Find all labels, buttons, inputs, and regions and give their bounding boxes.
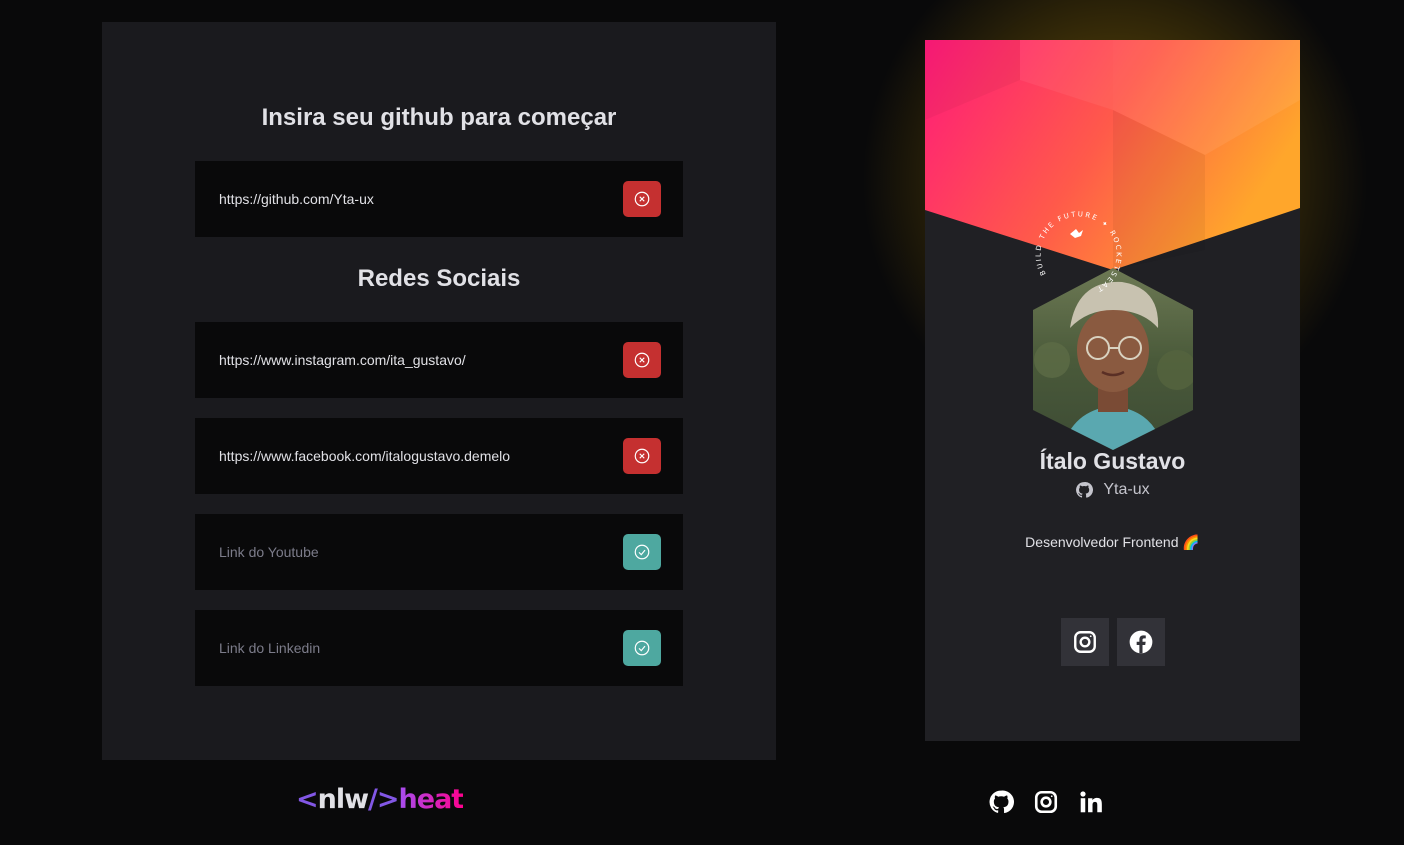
facebook-field xyxy=(195,418,683,494)
social-section-title: Redes Sociais xyxy=(357,265,521,292)
github-icon xyxy=(1076,482,1094,498)
profile-card: BUILD THE FUTURE ✦ ROCKETSEAT ✦ Ítalo Gu… xyxy=(925,40,1300,741)
github-input[interactable] xyxy=(219,191,623,207)
logo-heat: heat xyxy=(398,784,465,815)
facebook-icon xyxy=(1129,630,1153,654)
check-circle-icon xyxy=(634,544,650,560)
youtube-field xyxy=(195,514,683,590)
x-circle-icon xyxy=(634,191,650,207)
footer-instagram-link[interactable] xyxy=(1033,788,1059,816)
facebook-status-button[interactable] xyxy=(623,438,661,474)
instagram-field xyxy=(195,322,683,398)
youtube-input[interactable] xyxy=(219,544,623,560)
profile-username-text: Yta-ux xyxy=(1103,481,1150,498)
linkedin-field xyxy=(195,610,683,686)
x-circle-icon xyxy=(634,448,650,464)
footer-social-links xyxy=(988,788,1104,816)
footer-github-link[interactable] xyxy=(988,788,1014,816)
facebook-input[interactable] xyxy=(219,448,623,464)
footer-linkedin-link[interactable] xyxy=(1078,788,1104,816)
logo-slash: /> xyxy=(368,784,400,815)
instagram-input[interactable] xyxy=(219,352,623,368)
profile-bio: Desenvolvedor Frontend 🌈 xyxy=(1025,534,1200,550)
avatar: BUILD THE FUTURE ✦ ROCKETSEAT ✦ xyxy=(1032,210,1193,450)
form-panel: Insira seu github para começar Redes Soc… xyxy=(102,22,776,760)
check-circle-icon xyxy=(634,640,650,656)
profile-instagram-button[interactable] xyxy=(1061,618,1109,666)
github-icon xyxy=(989,790,1014,814)
github-status-button[interactable] xyxy=(623,181,661,217)
svg-text:BUILD THE FUTURE ✦ ROCKETSEAT: BUILD THE FUTURE ✦ ROCKETSEAT ✦ xyxy=(1032,210,1123,296)
github-section-title: Insira seu github para começar xyxy=(261,104,617,131)
instagram-status-button[interactable] xyxy=(623,342,661,378)
profile-username[interactable]: Yta-ux xyxy=(925,481,1300,499)
linkedin-input[interactable] xyxy=(219,640,623,656)
logo-bracket: < xyxy=(296,784,319,815)
nlw-heat-logo: < nlw /> heat xyxy=(296,784,465,815)
github-field xyxy=(195,161,683,237)
profile-social-row xyxy=(1061,618,1165,666)
x-circle-icon xyxy=(634,352,650,368)
profile-facebook-button[interactable] xyxy=(1117,618,1165,666)
linkedin-status-button[interactable] xyxy=(623,630,661,666)
logo-nlw: nlw xyxy=(317,784,369,815)
rocketseat-ring: BUILD THE FUTURE ✦ ROCKETSEAT ✦ xyxy=(1032,210,1123,296)
profile-name: Ítalo Gustavo xyxy=(1039,448,1186,474)
instagram-icon xyxy=(1074,631,1096,653)
instagram-icon xyxy=(1034,790,1058,814)
youtube-status-button[interactable] xyxy=(623,534,661,570)
linkedin-icon xyxy=(1080,791,1102,813)
